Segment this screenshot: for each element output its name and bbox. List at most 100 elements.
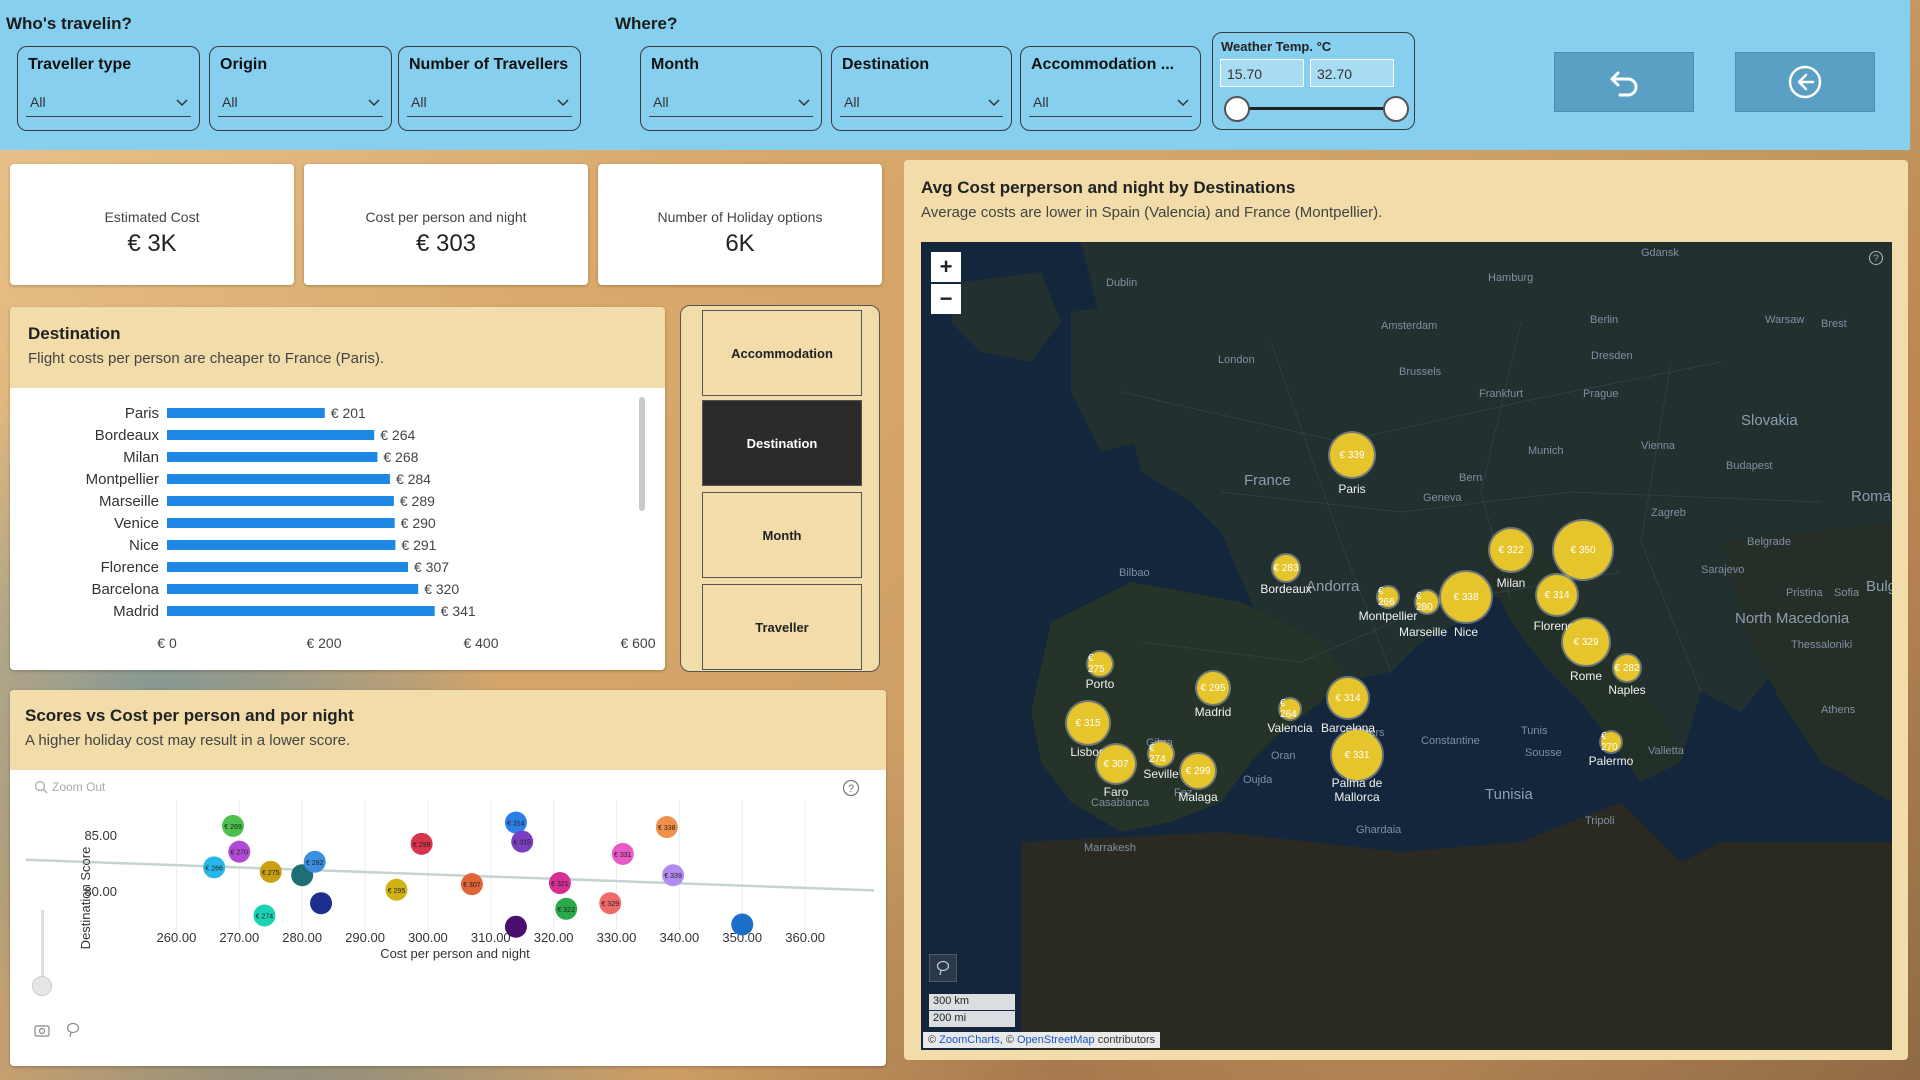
scatter-point[interactable]	[504, 915, 527, 938]
map-bubble-paris[interactable]: € 339	[1330, 433, 1374, 477]
x-tick-label: 310.00	[471, 930, 511, 945]
map-bubble-nice[interactable]: € 338	[1441, 572, 1491, 622]
scatter-point[interactable]: € 314	[504, 811, 527, 834]
scatter-point[interactable]: € 274	[253, 904, 276, 927]
scatter-point[interactable]: € 329	[599, 892, 622, 915]
scatter-point[interactable]: € 266	[203, 856, 226, 879]
zoom-out-button[interactable]: −	[931, 284, 961, 314]
scale-mi: 200 mi	[929, 1011, 1015, 1027]
bar[interactable]	[167, 474, 390, 484]
zoomcharts-link[interactable]: ZoomCharts	[939, 1034, 1000, 1046]
map-label: Tripoli	[1585, 815, 1615, 827]
help-icon[interactable]: ?	[1868, 250, 1884, 266]
map-bubble-malaga[interactable]: € 299	[1181, 754, 1215, 788]
scatter-point[interactable]: € 339	[662, 864, 685, 887]
map-bubble-montpellier[interactable]: € 266	[1378, 586, 1398, 608]
map-bubble-seville[interactable]: € 274	[1149, 742, 1173, 766]
bar[interactable]	[167, 518, 395, 528]
map-bubble-naples[interactable]: € 282	[1614, 655, 1640, 681]
slicer-dropdown[interactable]: All	[1029, 81, 1192, 117]
scatter-point[interactable]: € 321	[548, 872, 571, 895]
map-bubble-milan[interactable]: € 322	[1490, 529, 1532, 571]
toggle-month[interactable]: Month	[702, 492, 862, 578]
scatter-point[interactable]	[310, 892, 333, 915]
slicer-number-of-travellers[interactable]: Number of Travellers All	[398, 46, 581, 131]
slicer-month[interactable]: Month All	[640, 46, 822, 131]
map-bubble-valencia[interactable]: € 264	[1280, 698, 1300, 720]
toggle-destination[interactable]: Destination	[702, 400, 862, 486]
bar[interactable]	[167, 452, 378, 462]
scatter-point[interactable]: € 282	[303, 850, 326, 873]
slicer-dropdown[interactable]: All	[407, 81, 572, 117]
temp-max-input[interactable]: 32.70	[1310, 59, 1394, 87]
openstreetmap-link[interactable]: OpenStreetMap	[1017, 1034, 1095, 1046]
slicer-traveller-type[interactable]: Traveller type All	[17, 46, 200, 131]
bar-value-label: € 264	[380, 427, 415, 443]
toggle-accommodation[interactable]: Accommodation	[702, 310, 862, 396]
slicer-origin[interactable]: Origin All	[209, 46, 392, 131]
scatter-point[interactable]: € 307	[460, 873, 483, 896]
bar[interactable]	[167, 430, 375, 440]
map-bubble-porto[interactable]: € 275	[1088, 652, 1112, 676]
temp-slider-max-handle[interactable]	[1383, 96, 1409, 122]
temp-slider-track[interactable]	[1235, 107, 1395, 110]
map-label: Geneva	[1423, 492, 1462, 504]
scatter-point[interactable]: € 269	[222, 814, 245, 837]
temp-slider-min-handle[interactable]	[1224, 96, 1250, 122]
map-bubble-marseille[interactable]: € 280	[1416, 591, 1438, 613]
map-bubble-venice[interactable]: € 350	[1554, 521, 1612, 579]
slicer-dropdown[interactable]: All	[26, 81, 191, 117]
map-bubble-florence[interactable]: € 314	[1537, 575, 1577, 615]
scatter-point[interactable]: € 295	[385, 878, 408, 901]
zoom-in-button[interactable]: +	[931, 252, 961, 282]
scatter-point[interactable]: € 322	[555, 897, 578, 920]
scatter-point[interactable]: € 275	[259, 860, 282, 883]
lasso-icon[interactable]	[66, 1022, 80, 1038]
bar[interactable]	[167, 540, 396, 550]
scatter-point[interactable]	[731, 913, 754, 936]
map-bubble-madrid[interactable]: € 295	[1197, 672, 1229, 704]
map-bubble-palma[interactable]: € 331	[1332, 730, 1382, 780]
slicer-title: Accommodation ...	[1031, 56, 1175, 73]
scatter-dot[interactable]	[504, 915, 527, 938]
y-zoom-slider-handle[interactable]	[32, 976, 52, 996]
back-button[interactable]	[1735, 52, 1875, 112]
scatter-point[interactable]: € 331	[611, 842, 634, 865]
scatter-point[interactable]: € 270	[228, 840, 251, 863]
scrollbar[interactable]	[639, 397, 645, 511]
bar[interactable]	[167, 584, 419, 594]
kpi-value: € 303	[415, 230, 477, 257]
map-bubble-bordeaux[interactable]: € 283	[1273, 555, 1299, 581]
scatter-point[interactable]: € 315	[511, 830, 534, 853]
scatter-dot[interactable]	[310, 892, 333, 915]
bar-category-label: Montpellier	[86, 471, 159, 488]
bar[interactable]	[167, 562, 408, 572]
undo-button[interactable]	[1554, 52, 1694, 112]
map-bubble-faro[interactable]: € 307	[1097, 745, 1135, 783]
slicer-dropdown[interactable]: All	[649, 81, 813, 117]
map-bubble-palermo[interactable]: € 270	[1601, 731, 1621, 753]
map-bubble-barcelona[interactable]: € 314	[1328, 678, 1368, 718]
temp-min-input[interactable]: 15.70	[1220, 59, 1304, 87]
scatter-point[interactable]: € 338	[655, 816, 678, 839]
slicer-dropdown[interactable]: All	[840, 81, 1003, 117]
slicer-accommodation[interactable]: Accommodation ... All	[1020, 46, 1201, 131]
map-label: Sofia	[1834, 587, 1860, 599]
slicer-dropdown[interactable]: All	[218, 81, 383, 117]
city-label: Milan	[1496, 576, 1526, 590]
slicer-value: All	[222, 94, 238, 110]
scatter-point[interactable]: € 299	[410, 832, 433, 855]
bar[interactable]	[167, 408, 325, 418]
slicer-destination[interactable]: Destination All	[831, 46, 1012, 131]
map-bubble-lisbon[interactable]: € 315	[1067, 702, 1109, 744]
scatter-dot[interactable]	[731, 913, 754, 936]
lasso-button[interactable]	[929, 954, 957, 982]
bar[interactable]	[167, 606, 435, 616]
map-label: Ghardaia	[1356, 824, 1402, 836]
toggle-traveller[interactable]: Traveller	[702, 584, 862, 670]
map-bubble-rome[interactable]: € 329	[1563, 619, 1609, 665]
destinations-map[interactable]: Dublin London Amsterdam Hamburg Berlin B…	[921, 242, 1892, 1050]
y-zoom-slider-track[interactable]	[41, 910, 44, 985]
camera-icon[interactable]	[34, 1023, 50, 1037]
bar[interactable]	[167, 496, 394, 506]
